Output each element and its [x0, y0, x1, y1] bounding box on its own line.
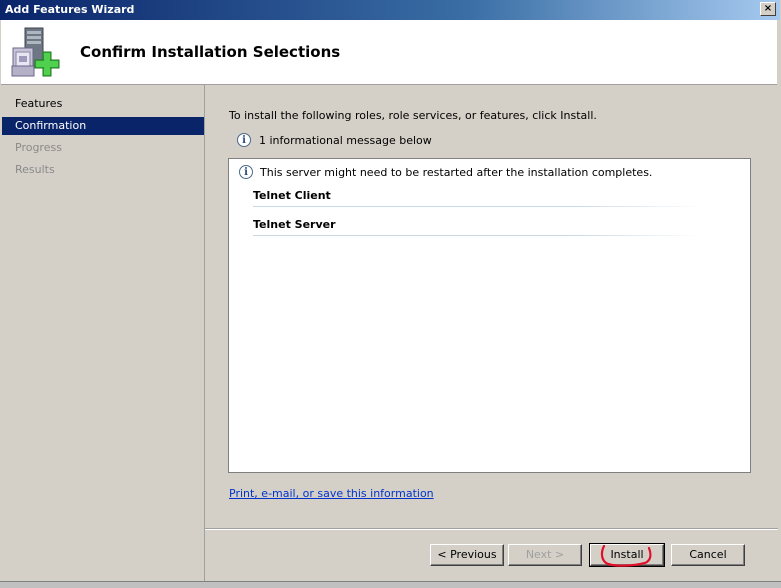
page-title: Confirm Installation Selections [80, 43, 341, 61]
warning-text: This server might need to be restarted a… [260, 165, 653, 179]
install-button[interactable]: Install [589, 543, 665, 567]
previous-button[interactable]: < Previous [430, 544, 504, 566]
window-title: Add Features Wizard [5, 3, 135, 16]
next-button: Next > [508, 544, 582, 566]
nav-item-features[interactable]: Features [2, 95, 204, 113]
wizard-header: Confirm Installation Selections [1, 20, 777, 85]
info-icon: i [237, 133, 251, 147]
print-email-save-link[interactable]: Print, e-mail, or save this information [229, 487, 434, 500]
feature-name: Telnet Server [253, 218, 336, 231]
close-button[interactable]: × [760, 2, 776, 16]
nav-item-results: Results [15, 163, 55, 176]
content-pane: To install the following roles, role ser… [205, 85, 778, 528]
info-summary: i 1 informational message below [237, 132, 432, 148]
server-add-feature-icon [11, 27, 60, 77]
restart-warning: i This server might need to be restarted… [239, 165, 652, 179]
nav-item-confirmation[interactable]: Confirmation [2, 117, 204, 135]
instruction-text: To install the following roles, role ser… [229, 109, 597, 122]
info-count-text: 1 informational message below [259, 133, 432, 147]
feature-item: Telnet Server [253, 214, 703, 236]
nav-item-progress: Progress [15, 141, 62, 154]
close-icon: × [763, 3, 773, 14]
cancel-button[interactable]: Cancel [671, 544, 745, 566]
wizard-window: Add Features Wizard × Confirm Installati… [0, 0, 781, 588]
title-bar[interactable]: Add Features Wizard × [0, 0, 780, 20]
feature-item: Telnet Client [253, 185, 703, 207]
info-icon: i [239, 165, 253, 179]
feature-divider [253, 235, 703, 236]
selections-list[interactable]: i This server might need to be restarted… [228, 158, 751, 473]
footer-divider [205, 528, 778, 530]
feature-divider [253, 206, 703, 207]
feature-name: Telnet Client [253, 189, 331, 202]
wizard-steps-nav: Features Confirmation Progress Results [2, 85, 205, 581]
